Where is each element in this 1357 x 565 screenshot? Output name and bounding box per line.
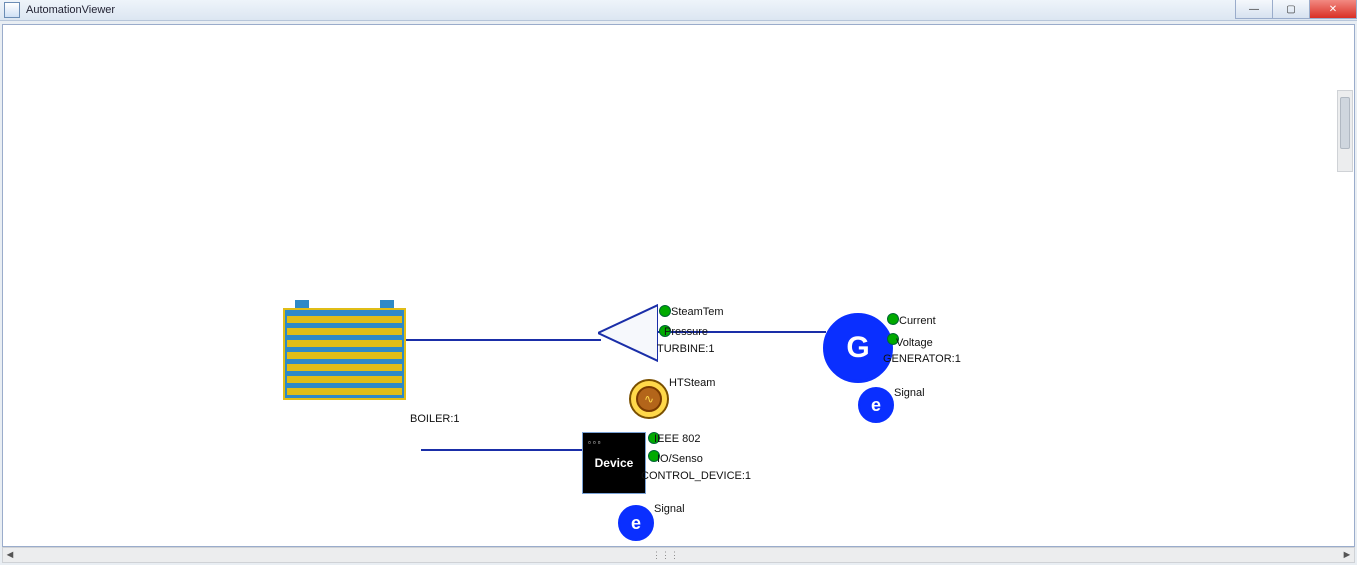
- app-window: AutomationViewer — ▢ ✕: [0, 0, 1357, 565]
- horizontal-scrollbar[interactable]: ◄ ⋮⋮⋮ ►: [2, 547, 1355, 563]
- connection-boiler-turbine: [405, 339, 601, 341]
- port-current[interactable]: [887, 313, 899, 325]
- vertical-scrollbar[interactable]: [1337, 90, 1353, 172]
- scroll-left-icon[interactable]: ◄: [3, 549, 17, 561]
- device-signal-label: Signal: [654, 503, 685, 515]
- port-ieee-label: IEEE 802: [654, 433, 700, 445]
- node-device-signal[interactable]: e: [618, 505, 654, 541]
- boiler-tube-icon: [287, 352, 402, 359]
- boiler-label: BOILER:1: [410, 413, 460, 425]
- node-turbine[interactable]: [598, 303, 658, 363]
- turbine-icon: [598, 303, 658, 363]
- client-area: BOILER:1 SteamTem Pressure TURBINE:1 ∿ H…: [2, 24, 1355, 547]
- generator-label: GENERATOR:1: [883, 353, 961, 365]
- port-steamtem[interactable]: [659, 305, 671, 317]
- boiler-tube-icon: [287, 376, 402, 383]
- node-device[interactable]: ▫▫▫ Device: [583, 433, 645, 493]
- window-title: AutomationViewer: [26, 4, 115, 16]
- device-label: CONTROL_DEVICE:1: [641, 470, 751, 482]
- app-icon: [4, 2, 20, 18]
- maximize-button[interactable]: ▢: [1272, 0, 1310, 19]
- node-generator-signal[interactable]: e: [858, 387, 894, 423]
- device-dots-icon: ▫▫▫: [588, 438, 603, 447]
- generator-glyph: G: [846, 331, 869, 365]
- generator-signal-label: Signal: [894, 387, 925, 399]
- node-htsteam[interactable]: ∿: [629, 379, 669, 419]
- window-controls: — ▢ ✕: [1236, 0, 1357, 20]
- e-glyph: e: [871, 395, 881, 416]
- htsteam-label: HTSteam: [669, 377, 715, 389]
- scrollbar-grip-icon: ⋮⋮⋮: [652, 551, 668, 559]
- boiler-tube-icon: [287, 388, 402, 395]
- minimize-button[interactable]: —: [1235, 0, 1273, 19]
- htsteam-icon: ∿: [636, 386, 662, 412]
- turbine-label: TURBINE:1: [657, 343, 714, 355]
- connection-boiler-device: [421, 449, 583, 451]
- boiler-tube-icon: [287, 340, 402, 347]
- scrollbar-track[interactable]: ⋮⋮⋮: [17, 549, 1340, 561]
- diagram-canvas[interactable]: BOILER:1 SteamTem Pressure TURBINE:1 ∿ H…: [3, 25, 1354, 546]
- port-voltage-label: Voltage: [896, 337, 933, 349]
- node-boiler[interactable]: [273, 300, 408, 400]
- boiler-tube-icon: [287, 328, 402, 335]
- boiler-tube-icon: [287, 364, 402, 371]
- titlebar[interactable]: AutomationViewer — ▢ ✕: [0, 0, 1357, 21]
- port-io-label: IO/Senso: [657, 453, 703, 465]
- scrollbar-thumb[interactable]: [1340, 97, 1350, 149]
- boiler-tube-icon: [287, 316, 402, 323]
- e-glyph: e: [631, 513, 641, 534]
- port-pressure-label: Pressure: [664, 326, 708, 338]
- port-steamtem-label: SteamTem: [671, 306, 724, 318]
- close-button[interactable]: ✕: [1309, 0, 1357, 19]
- device-caption: Device: [595, 456, 634, 470]
- port-current-label: Current: [899, 315, 936, 327]
- node-generator[interactable]: G: [823, 313, 893, 383]
- scroll-right-icon[interactable]: ►: [1340, 549, 1354, 561]
